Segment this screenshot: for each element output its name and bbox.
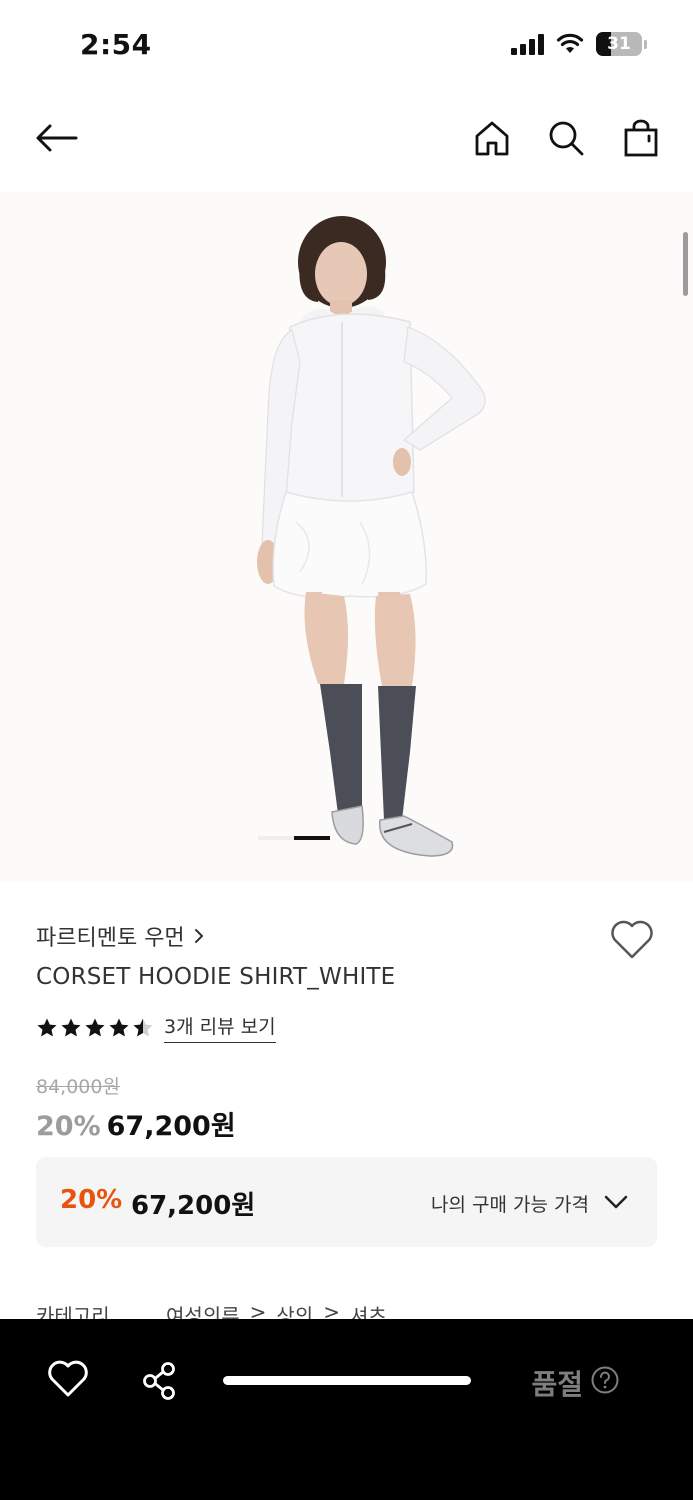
question-circle-icon[interactable]	[590, 1365, 620, 1395]
battery-level: 31	[607, 34, 631, 54]
rating-row: 3개 리뷰 보기	[36, 1012, 276, 1043]
star-full-icon	[61, 1018, 81, 1036]
category-item[interactable]: 여성의류	[166, 1300, 240, 1320]
battery-icon: 31	[596, 32, 642, 56]
category-item[interactable]: 셔츠	[350, 1300, 387, 1320]
status-bar: 2:54 31	[0, 0, 693, 92]
my-price-label: 나의 구매 가능 가격	[431, 1194, 589, 1216]
back-button[interactable]	[32, 114, 80, 162]
heart-icon	[611, 920, 653, 959]
category-item[interactable]: 상의	[276, 1300, 313, 1320]
sold-out-label: 품절	[531, 1368, 583, 1401]
wishlist-button[interactable]	[609, 918, 655, 964]
star-rating	[36, 1017, 154, 1039]
top-navigation	[0, 100, 693, 176]
chevron-down-icon	[604, 1195, 628, 1209]
my-price: 67,200원	[131, 1191, 256, 1221]
status-time: 2:54	[80, 28, 152, 61]
my-discount-percent: 20%	[60, 1185, 123, 1215]
review-link[interactable]: 3개 리뷰 보기	[164, 1012, 276, 1043]
pager-dot-active	[294, 836, 330, 840]
price-row: 20% 67,200원	[36, 1104, 236, 1143]
product-name: CORSET HOODIE SHIRT_WHITE	[36, 964, 396, 990]
cart-button[interactable]	[617, 114, 665, 162]
star-full-icon	[85, 1018, 105, 1036]
discount-percent: 20%	[36, 1111, 101, 1142]
star-full-icon	[37, 1018, 57, 1036]
product-photo	[0, 192, 693, 882]
original-price: 84,000원	[36, 1076, 120, 1098]
share-icon	[143, 1362, 175, 1400]
home-icon	[475, 121, 509, 156]
shopping-bag-icon	[624, 119, 658, 157]
my-price-dropdown[interactable]: 20% 67,200원 나의 구매 가능 가격	[36, 1157, 657, 1247]
product-image-carousel[interactable]	[0, 192, 693, 882]
star-full-icon	[109, 1018, 129, 1036]
share-button[interactable]	[138, 1359, 182, 1403]
home-indicator[interactable]	[223, 1376, 471, 1385]
star-half-icon	[133, 1018, 153, 1036]
scroll-indicator	[683, 232, 688, 296]
heart-icon	[48, 1360, 88, 1397]
chevron-right-icon	[194, 929, 203, 943]
category-row: 카테고리 여성의류 > 상의 > 셔츠	[36, 1300, 387, 1320]
category-separator: >	[249, 1300, 267, 1320]
cellular-signal-icon	[511, 33, 544, 55]
bottom-action-bar: 품절	[0, 1319, 693, 1500]
category-separator: >	[323, 1300, 340, 1320]
sale-price: 67,200원	[106, 1111, 236, 1142]
search-icon	[549, 121, 584, 156]
pager-dot	[258, 836, 294, 840]
bottom-wishlist-button[interactable]	[46, 1359, 90, 1403]
category-label: 카테고리	[36, 1304, 110, 1320]
wifi-icon	[556, 33, 584, 53]
home-button[interactable]	[468, 114, 516, 162]
status-icons: 31	[511, 32, 647, 56]
image-pager	[258, 836, 330, 840]
category-breadcrumb[interactable]: 여성의류 > 상의 > 셔츠	[166, 1300, 387, 1320]
search-button[interactable]	[542, 114, 590, 162]
brand-link[interactable]: 파르티멘토 우먼	[36, 920, 205, 952]
brand-name: 파르티멘토 우먼	[36, 926, 185, 951]
arrow-left-icon	[36, 124, 78, 152]
